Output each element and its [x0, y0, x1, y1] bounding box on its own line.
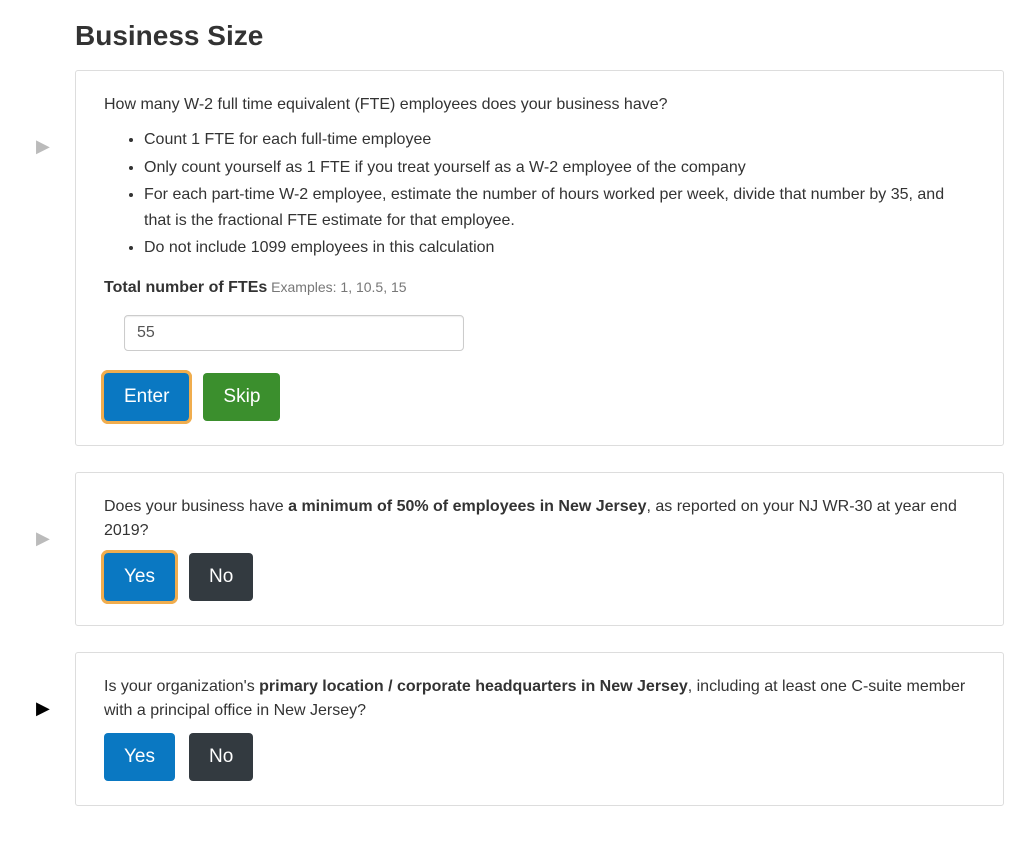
- list-item: Only count yourself as 1 FTE if you trea…: [144, 155, 975, 181]
- list-item: Do not include 1099 employees in this ca…: [144, 235, 975, 261]
- no-button[interactable]: No: [189, 553, 253, 601]
- fte-examples-text: Examples: 1, 10.5, 15: [267, 279, 406, 295]
- skip-button[interactable]: Skip: [203, 373, 280, 421]
- enter-button[interactable]: Enter: [104, 373, 189, 421]
- question-card-fte: ▶ How many W-2 full time equivalent (FTE…: [75, 70, 1004, 446]
- fte-total-label-strong: Total number of FTEs: [104, 279, 267, 296]
- list-item: For each part-time W-2 employee, estimat…: [144, 182, 975, 233]
- question-card-nj-hq: ▶ Is your organization's primary locatio…: [75, 652, 1004, 806]
- q3-prefix: Is your organization's: [104, 678, 259, 695]
- fte-question-text: How many W-2 full time equivalent (FTE) …: [104, 93, 975, 117]
- question-card-nj-employees: ▶ Does your business have a minimum of 5…: [75, 472, 1004, 626]
- fte-total-label: Total number of FTEs Examples: 1, 10.5, …: [104, 279, 975, 297]
- page-title: Business Size: [75, 20, 1004, 52]
- fte-instruction-list: Count 1 FTE for each full-time employee …: [104, 127, 975, 261]
- q2-prefix: Does your business have: [104, 498, 288, 515]
- list-item: Count 1 FTE for each full-time employee: [144, 127, 975, 153]
- no-button[interactable]: No: [189, 733, 253, 781]
- q3-bold: primary location / corporate headquarter…: [259, 678, 688, 695]
- q2-bold: a minimum of 50% of employees in New Jer…: [288, 498, 646, 515]
- caret-right-icon: ▶: [36, 137, 50, 155]
- fte-input[interactable]: [124, 315, 464, 351]
- nj-employees-question-text: Does your business have a minimum of 50%…: [104, 495, 975, 543]
- yes-button[interactable]: Yes: [104, 733, 175, 781]
- yes-button[interactable]: Yes: [104, 553, 175, 601]
- caret-right-icon: ▶: [36, 699, 50, 717]
- nj-hq-question-text: Is your organization's primary location …: [104, 675, 975, 723]
- caret-right-icon: ▶: [36, 529, 50, 547]
